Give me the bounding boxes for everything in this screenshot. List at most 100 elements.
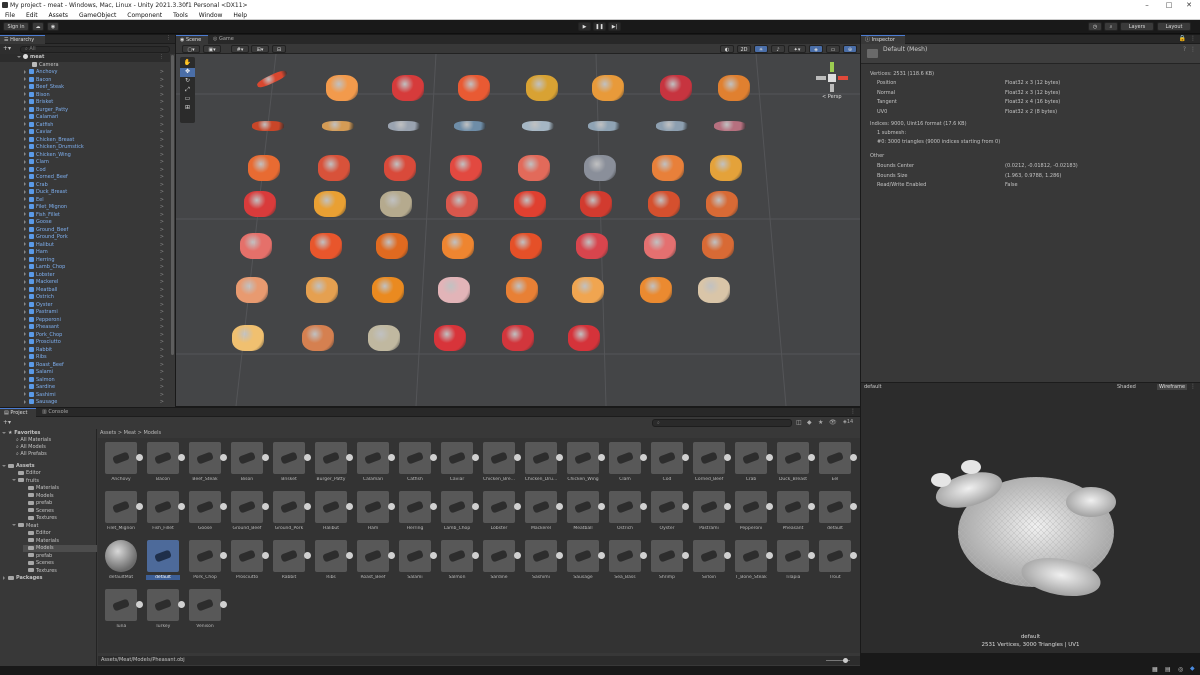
breadcrumb-assets[interactable]: Assets [100, 430, 116, 436]
hierarchy-item[interactable]: Chicken_Breast > [0, 136, 170, 145]
expand-asset-icon[interactable] [640, 503, 647, 510]
food-mesh[interactable] [314, 191, 346, 217]
expand-asset-icon[interactable] [598, 454, 605, 461]
panel-menu-icon[interactable]: ⋮ [166, 35, 171, 41]
expand-arrow-icon[interactable] [24, 302, 26, 306]
expand-arrow-icon[interactable] [24, 354, 26, 359]
render-mode-dropdown[interactable]: ▣▾ [203, 45, 221, 53]
asset-item[interactable]: Sausage [566, 540, 605, 580]
hierarchy-item[interactable]: Pheasant > [0, 324, 170, 332]
expand-asset-icon[interactable] [262, 454, 269, 461]
move-tool-icon[interactable]: ✥ [180, 68, 195, 77]
expand-asset-icon[interactable] [304, 454, 311, 461]
food-mesh[interactable] [522, 121, 554, 131]
expand-asset-icon[interactable] [598, 552, 605, 559]
asset-item[interactable]: Calamari [356, 442, 395, 482]
asset-item[interactable]: Brisket [272, 442, 311, 482]
asset-item[interactable]: Pork_Chop [188, 540, 227, 580]
hierarchy-item[interactable]: Cod > [0, 166, 170, 175]
hierarchy-item[interactable]: Caviar > [0, 129, 170, 137]
open-prefab-icon[interactable]: > [160, 129, 164, 137]
food-mesh[interactable] [518, 155, 550, 181]
hierarchy-item[interactable]: Goose > [0, 219, 170, 227]
gizmo-x-axis[interactable] [816, 76, 826, 80]
food-mesh[interactable] [584, 155, 616, 181]
expand-asset-icon[interactable] [136, 503, 143, 510]
hierarchy-item[interactable]: Lamb_Chop > [0, 264, 170, 272]
hierarchy-item[interactable]: Prosciutto > [0, 339, 170, 347]
open-prefab-icon[interactable]: > [160, 152, 164, 160]
food-mesh[interactable] [710, 155, 742, 181]
expand-arrow-icon[interactable] [24, 392, 26, 396]
hierarchy-item[interactable]: Burger_Patty > [0, 106, 170, 115]
expand-arrow-icon[interactable] [24, 122, 26, 126]
folder-tree-item[interactable]: Materials [23, 538, 59, 545]
step-button[interactable]: ▶| [608, 22, 621, 31]
hierarchy-item[interactable]: Salmon > [0, 376, 170, 385]
audio-icon[interactable]: ♪ [771, 45, 785, 53]
gizmo-y-axis[interactable] [830, 62, 834, 72]
food-mesh[interactable] [368, 325, 400, 351]
expand-asset-icon[interactable] [850, 454, 857, 461]
open-prefab-icon[interactable]: > [160, 264, 164, 272]
expand-asset-icon[interactable] [472, 454, 479, 461]
scene-viewport[interactable]: ✋ ✥ ↻ ⤢ ▭ ⊞ < Persp [176, 54, 860, 406]
hidden-objects-icon[interactable]: ◈ [809, 45, 823, 53]
hierarchy-item[interactable]: Beef_Steak > [0, 84, 170, 92]
folder-tree-item[interactable]: Meat [12, 523, 38, 530]
menu-file[interactable]: File [5, 12, 15, 19]
folder-tree-item[interactable]: fruits [12, 478, 39, 485]
food-mesh[interactable] [592, 75, 624, 101]
history-icon[interactable]: ◷ [1088, 22, 1102, 31]
food-mesh[interactable] [376, 233, 408, 259]
scale-tool-icon[interactable]: ⤢ [180, 86, 195, 95]
lighting-icon[interactable]: ☀ [754, 45, 768, 53]
expand-asset-icon[interactable] [430, 552, 437, 559]
hierarchy-item[interactable]: Pork_Chop > [0, 331, 170, 340]
expand-arrow-icon[interactable] [24, 264, 26, 269]
menu-assets[interactable]: Assets [49, 12, 69, 19]
gizmos-icon[interactable]: ⊕ [843, 45, 857, 53]
expand-asset-icon[interactable] [136, 601, 143, 608]
expand-asset-icon[interactable] [682, 503, 689, 510]
open-prefab-icon[interactable]: > [160, 99, 164, 107]
pause-button[interactable]: ❚❚ [593, 22, 606, 31]
open-prefab-icon[interactable]: > [160, 249, 164, 257]
open-prefab-icon[interactable]: > [160, 369, 164, 377]
hierarchy-item[interactable]: Eel > [0, 196, 170, 205]
open-prefab-icon[interactable]: > [160, 362, 164, 370]
food-mesh[interactable] [568, 325, 600, 351]
minimize-button[interactable]: – [1136, 0, 1158, 11]
expand-asset-icon[interactable] [682, 454, 689, 461]
asset-item[interactable]: Halibut [314, 491, 353, 531]
food-mesh[interactable] [322, 121, 354, 131]
shading-sphere-icon[interactable]: ◐ [720, 45, 734, 53]
gizmo-center[interactable] [828, 74, 836, 82]
expand-arrow-icon[interactable] [24, 137, 26, 141]
draw-mode-dropdown[interactable]: ▢▾ [182, 45, 200, 53]
asset-item[interactable]: T_Bone_Steak [734, 540, 773, 580]
expand-arrow-icon[interactable] [24, 182, 26, 186]
open-prefab-icon[interactable]: > [160, 287, 164, 295]
expand-arrow-icon[interactable] [24, 309, 26, 314]
food-mesh[interactable] [450, 155, 482, 181]
food-mesh[interactable] [380, 191, 412, 217]
open-prefab-icon[interactable]: > [160, 294, 164, 302]
expand-asset-icon[interactable] [262, 503, 269, 510]
asset-item[interactable]: Pheasant [776, 491, 815, 531]
asset-item[interactable]: Ostrich [608, 491, 647, 531]
food-mesh[interactable] [232, 325, 264, 351]
food-mesh[interactable] [458, 75, 490, 101]
hand-tool-icon[interactable]: ✋ [180, 59, 195, 68]
open-prefab-icon[interactable]: > [160, 302, 164, 310]
expand-asset-icon[interactable] [724, 552, 731, 559]
open-prefab-icon[interactable]: > [160, 167, 164, 175]
asset-item[interactable]: Chicken_Wing [566, 442, 605, 482]
asset-item[interactable]: Fish_Fillet [146, 491, 185, 531]
asset-item[interactable]: Cod [650, 442, 689, 482]
expand-asset-icon[interactable] [640, 454, 647, 461]
folder-tree-item[interactable]: Models [23, 545, 97, 552]
food-mesh[interactable] [388, 121, 420, 131]
menu-help[interactable]: Help [233, 12, 247, 19]
food-mesh[interactable] [576, 233, 608, 259]
